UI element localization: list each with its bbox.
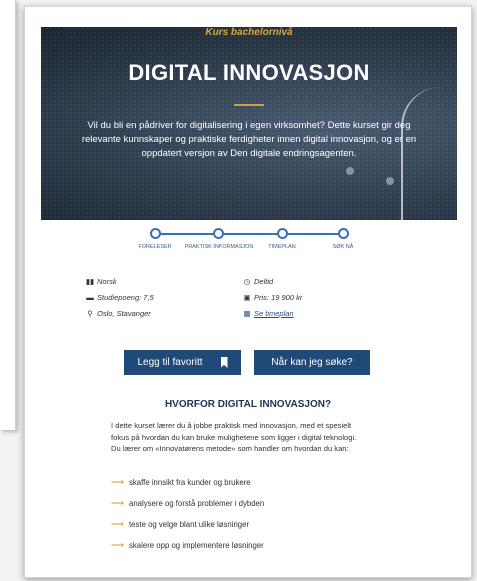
section-heading: HVORFOR DIGITAL INNOVASJON?	[164, 399, 332, 410]
list-item: ⟶ analysere og forstå problemer i dybden	[111, 493, 411, 514]
info-language-text: Norsk	[97, 277, 117, 286]
info-pace: ◷ Deltid	[242, 277, 273, 286]
add-to-favorites-label: Legg til favoritt	[137, 357, 203, 368]
list-item-text: skalere opp og implementere løsninger	[129, 541, 264, 550]
shirt-button-image	[386, 177, 394, 185]
page-title: DIGITAL INNOVASJON	[128, 60, 370, 85]
info-credits: ▬ Studiepoeng: 7,5	[85, 293, 154, 302]
list-item-text: skaffe innsikt fra kunder og brukere	[129, 478, 251, 487]
step-dot-icon[interactable]	[277, 228, 288, 239]
info-language: ▮▮ Norsk	[85, 277, 117, 286]
step-link-sok-na[interactable]: SØK NÅ	[333, 244, 354, 250]
info-pace-text: Deltid	[254, 277, 274, 286]
add-to-favorites-button[interactable]: Legg til favoritt	[124, 350, 241, 375]
map-pin-icon: ⚲	[87, 309, 93, 318]
step-link-foreleser[interactable]: FORELESER	[138, 244, 171, 250]
info-location-text: Oslo, Stavanger	[97, 309, 151, 318]
list-item-text: teste og velge blant ulike løsninger	[129, 520, 250, 529]
info-schedule: ▦ Se timeplan	[242, 309, 294, 318]
bookmark-icon	[220, 357, 228, 368]
clock-icon: ◷	[243, 277, 251, 286]
info-credits-text: Studiepoeng: 7,5	[97, 293, 154, 302]
title-divider	[234, 104, 264, 106]
intro-line: Du lærer om «Innovatørens metode» som ha…	[111, 444, 349, 453]
background-window-edge	[0, 0, 16, 430]
list-item-text: analysere og forstå problemer i dybden	[129, 499, 265, 508]
money-icon: ▣	[243, 293, 251, 302]
when-can-i-apply-label: Når kan jeg søke?	[271, 357, 353, 368]
method-list: ⟶ skaffe innsikt fra kunder og brukere ⟶ a…	[111, 472, 411, 556]
section-navigation: FORELESER PRAKTISK INFORMASJON TIMEPLAN …	[138, 228, 353, 258]
when-can-i-apply-button[interactable]: Når kan jeg søke?	[254, 350, 370, 375]
list-item: ⟶ skalere opp og implementere løsninger	[111, 535, 411, 556]
hero-banner: Kurs bachelornivå DIGITAL INNOVASJON Vil…	[41, 27, 457, 220]
list-item: ⟶ teste og velge blant ulike løsninger	[111, 514, 411, 535]
step-dot-icon[interactable]	[213, 228, 224, 239]
book-icon: ▬	[86, 293, 94, 302]
step-dot-icon[interactable]	[338, 228, 349, 239]
arrow-right-icon: ⟶	[111, 519, 124, 529]
intro-line: fokus på hvordan du kan bruke muligheten…	[111, 432, 357, 442]
course-page: Kurs bachelornivå DIGITAL INNOVASJON Vil…	[24, 6, 472, 578]
intro-line: I dette kurset lærer du å jobbe praktisk…	[111, 421, 352, 430]
course-level-label: Kurs bachelornivå	[205, 27, 293, 38]
arrow-right-icon: ⟶	[111, 498, 124, 508]
arrow-right-icon: ⟶	[111, 477, 124, 487]
section-intro-text: I dette kurset lærer du å jobbe praktisk…	[111, 420, 401, 455]
arrow-right-icon: ⟶	[111, 540, 124, 550]
info-location: ⚲ Oslo, Stavanger	[85, 309, 151, 318]
schedule-link[interactable]: Se timeplan	[254, 309, 294, 318]
flag-icon: ▮▮	[85, 277, 95, 286]
step-link-praktisk-informasjon[interactable]: PRAKTISK INFORMASJON	[185, 244, 254, 250]
info-price: ▣ Pris: 19 900 kr	[242, 293, 302, 302]
calendar-icon: ▦	[243, 309, 251, 318]
info-price-text: Pris: 19 900 kr	[254, 293, 303, 302]
step-link-timeplan[interactable]: TIMEPLAN	[268, 244, 296, 250]
step-dot-icon[interactable]	[150, 228, 161, 239]
shirt-button-image	[346, 167, 354, 175]
step-connector-line	[155, 233, 343, 235]
list-item: ⟶ skaffe innsikt fra kunder og brukere	[111, 472, 411, 493]
hero-description: Vil du bli en pådriver for digitaliserin…	[81, 120, 417, 159]
